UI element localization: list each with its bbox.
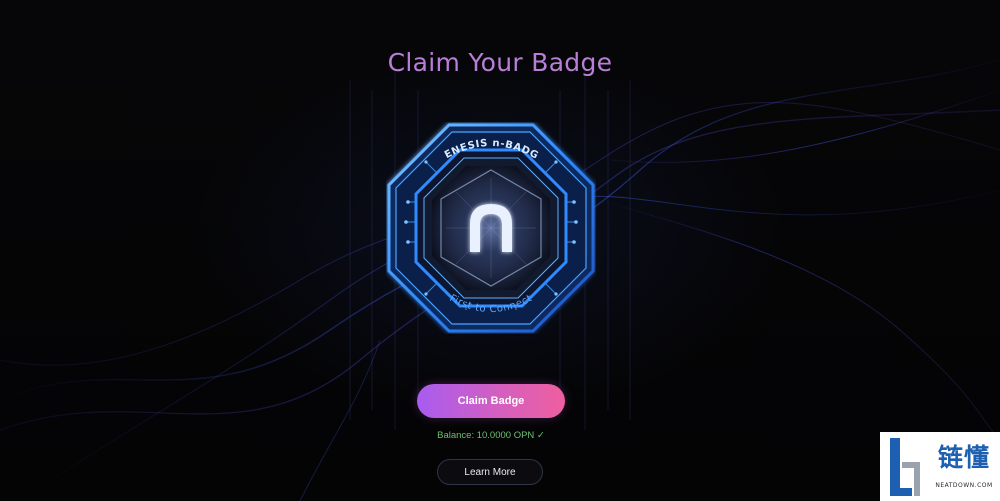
claim-badge-page: Claim Your Badge ENESIS n-BADG First to … [0, 0, 1000, 501]
claim-badge-button[interactable]: Claim Badge [417, 384, 565, 418]
watermark-cn-text: 链懂 [937, 443, 990, 472]
neatdown-logo-icon [880, 432, 930, 501]
watermark-en-text: NEATDOWN.COM [935, 482, 993, 489]
page-title: Claim Your Badge [387, 48, 613, 77]
learn-more-button[interactable]: Learn More [437, 459, 543, 485]
watermark-logo: 链懂 NEATDOWN.COM [880, 432, 1000, 501]
balance-status: Balance: 10.0000 OPN ✓ [437, 430, 545, 441]
genesis-badge-image: GENESIS n-BADGE First to Connect [386, 122, 596, 334]
